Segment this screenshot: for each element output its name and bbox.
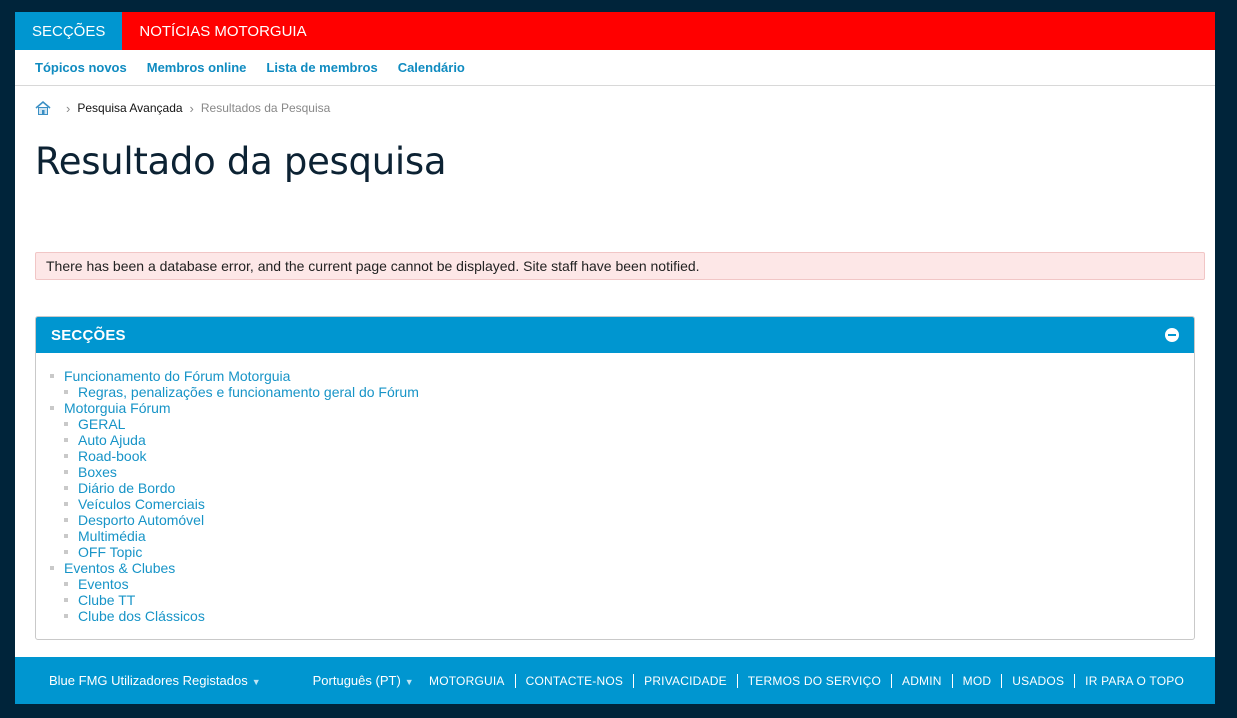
list-item: Auto Ajuda xyxy=(50,432,1194,448)
section-link[interactable]: Motorguia Fórum xyxy=(64,400,171,416)
section-link[interactable]: Clube dos Clássicos xyxy=(78,608,205,624)
list-item: Clube dos Clássicos xyxy=(50,608,1194,624)
list-item: Boxes xyxy=(50,464,1194,480)
sub-navigation: Tópicos novos Membros online Lista de me… xyxy=(15,50,1215,86)
section-link[interactable]: Clube TT xyxy=(78,592,135,608)
footer: Blue FMG Utilizadores Registados ▼ Portug… xyxy=(15,657,1215,704)
bullet-icon xyxy=(64,582,68,587)
section-link[interactable]: Desporto Automóvel xyxy=(78,512,204,528)
tab-seccoes[interactable]: SECÇÕES xyxy=(15,12,123,50)
bullet-icon xyxy=(64,454,68,459)
list-item: Multimédia xyxy=(50,528,1194,544)
section-link[interactable]: Road-book xyxy=(78,448,147,464)
subnav-calendario[interactable]: Calendário xyxy=(398,60,465,75)
page-title: Resultado da pesquisa xyxy=(35,140,447,183)
footer-link-motorguia[interactable]: MOTORGUIA xyxy=(419,674,515,688)
sections-panel-header: SECÇÕES xyxy=(36,317,1194,353)
list-item: Veículos Comerciais xyxy=(50,496,1194,512)
bullet-icon xyxy=(64,534,68,539)
breadcrumb-pesquisa-avancada[interactable]: Pesquisa Avançada xyxy=(77,101,182,115)
list-item: Funcionamento do Fórum Motorguia xyxy=(50,368,1194,384)
subnav-topicos-novos[interactable]: Tópicos novos xyxy=(35,60,127,75)
breadcrumb-separator: › xyxy=(189,100,194,116)
chevron-down-icon: ▼ xyxy=(404,677,414,687)
footer-link-contacte-nos[interactable]: CONTACTE-NOS xyxy=(514,673,634,688)
section-link[interactable]: Multimédia xyxy=(78,528,146,544)
top-navigation-bar: SECÇÕES NOTÍCIAS MOTORGUIA xyxy=(15,12,1215,50)
section-link[interactable]: GERAL xyxy=(78,416,125,432)
section-link[interactable]: Diário de Bordo xyxy=(78,480,175,496)
language-chooser[interactable]: Português (PT) ▼ xyxy=(313,673,414,688)
bullet-icon xyxy=(64,390,68,395)
footer-link-usados[interactable]: USADOS xyxy=(1001,673,1074,688)
bullet-icon xyxy=(64,422,68,427)
sections-panel: SECÇÕES Funcionamento do Fórum Motorguia… xyxy=(35,316,1195,640)
style-chooser[interactable]: Blue FMG Utilizadores Registados ▼ xyxy=(49,673,261,688)
list-item: Motorguia Fórum xyxy=(50,400,1194,416)
style-chooser-label: Blue FMG Utilizadores Registados xyxy=(49,673,248,688)
list-item: Desporto Automóvel xyxy=(50,512,1194,528)
bullet-icon xyxy=(50,406,54,411)
list-item: Road-book xyxy=(50,448,1194,464)
sections-list: Funcionamento do Fórum Motorguia Regras, … xyxy=(36,353,1194,624)
sections-panel-title: SECÇÕES xyxy=(51,326,126,344)
footer-links: MOTORGUIA CONTACTE-NOS PRIVACIDADE TERMO… xyxy=(419,673,1194,688)
bullet-icon xyxy=(64,438,68,443)
breadcrumb-current: Resultados da Pesquisa xyxy=(200,101,331,115)
subnav-membros-online[interactable]: Membros online xyxy=(147,60,247,75)
chevron-down-icon: ▼ xyxy=(251,677,261,687)
section-link[interactable]: Veículos Comerciais xyxy=(78,496,205,512)
footer-link-mod[interactable]: MOD xyxy=(951,673,1002,688)
subnav-lista-membros[interactable]: Lista de membros xyxy=(266,60,377,75)
page-frame: SECÇÕES NOTÍCIAS MOTORGUIA Tópicos novos… xyxy=(15,12,1215,704)
bullet-icon xyxy=(64,518,68,523)
list-item: Eventos xyxy=(50,576,1194,592)
section-link[interactable]: Eventos xyxy=(78,576,129,592)
section-link[interactable]: Regras, penalizações e funcionamento ger… xyxy=(78,384,419,400)
language-chooser-label: Português (PT) xyxy=(312,673,401,688)
breadcrumb: › Pesquisa Avançada › Resultados da Pesq… xyxy=(35,100,330,116)
footer-link-admin[interactable]: ADMIN xyxy=(890,673,952,688)
home-icon[interactable] xyxy=(35,100,51,116)
minus-circle-icon[interactable] xyxy=(1165,328,1179,342)
bullet-icon xyxy=(64,598,68,603)
bullet-icon xyxy=(64,470,68,475)
section-link[interactable]: Boxes xyxy=(78,464,117,480)
breadcrumb-separator: › xyxy=(66,100,71,116)
section-link[interactable]: Eventos & Clubes xyxy=(64,560,175,576)
footer-link-privacidade[interactable]: PRIVACIDADE xyxy=(633,673,737,688)
section-link[interactable]: Auto Ajuda xyxy=(78,432,146,448)
footer-link-ir-para-o-topo[interactable]: IR PARA O TOPO xyxy=(1074,673,1194,688)
bullet-icon xyxy=(64,486,68,491)
list-item: GERAL xyxy=(50,416,1194,432)
footer-link-termos[interactable]: TERMOS DO SERVIÇO xyxy=(736,673,891,688)
bullet-icon xyxy=(64,614,68,619)
bullet-icon xyxy=(50,374,54,379)
list-item: Diário de Bordo xyxy=(50,480,1194,496)
tab-noticias-motorguia[interactable]: NOTÍCIAS MOTORGUIA xyxy=(122,12,323,50)
bullet-icon xyxy=(50,566,54,571)
bullet-icon xyxy=(64,550,68,555)
list-item: Eventos & Clubes xyxy=(50,560,1194,576)
list-item: OFF Topic xyxy=(50,544,1194,560)
list-item: Regras, penalizações e funcionamento ger… xyxy=(50,384,1194,400)
section-link[interactable]: Funcionamento do Fórum Motorguia xyxy=(64,368,290,384)
section-link[interactable]: OFF Topic xyxy=(78,544,142,560)
bullet-icon xyxy=(64,502,68,507)
error-message: There has been a database error, and the… xyxy=(35,252,1205,280)
list-item: Clube TT xyxy=(50,592,1194,608)
